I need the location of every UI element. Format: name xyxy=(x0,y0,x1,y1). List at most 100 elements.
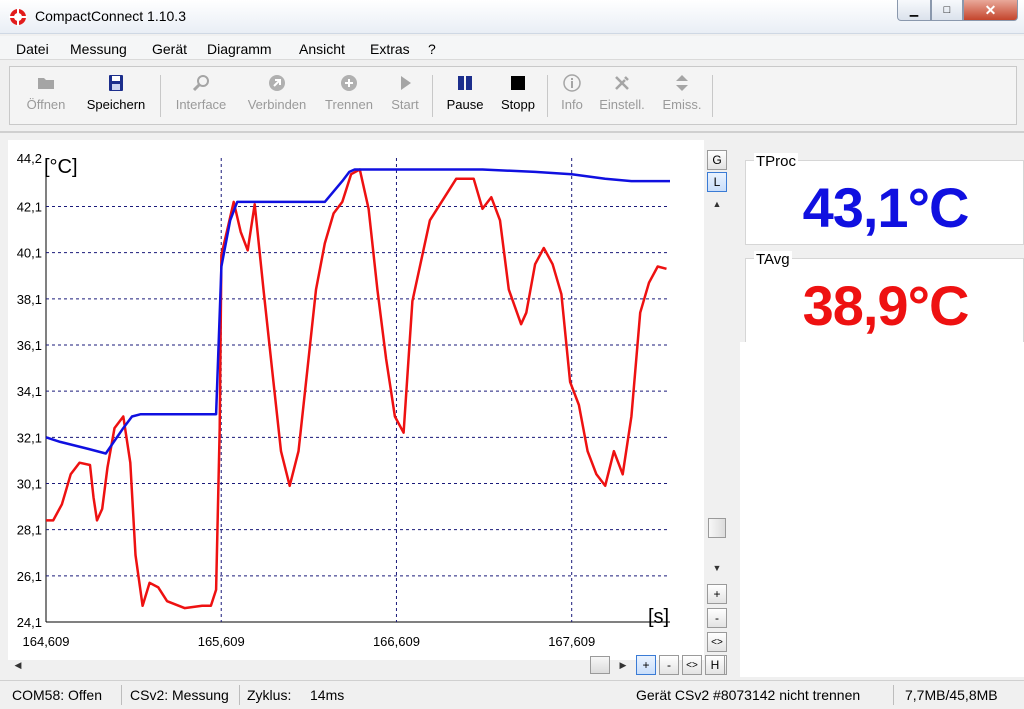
interface-button[interactable]: Interface xyxy=(168,73,234,119)
y-tick-label: 28,1 xyxy=(17,523,42,538)
zoom-in-x-button[interactable]: + xyxy=(636,655,656,675)
tproc-panel: TProc 43,1°C xyxy=(745,153,1024,245)
x-tick-label: 164,609 xyxy=(23,634,70,649)
menu-geraet[interactable]: Gerät xyxy=(152,41,187,57)
open-label: Öffnen xyxy=(26,97,66,112)
tavg-label: TAvg xyxy=(754,251,792,268)
horizontal-scrollbar[interactable]: ◀ ▶ + - <> H xyxy=(8,654,730,676)
open-button[interactable]: Öffnen xyxy=(16,73,76,119)
start-button[interactable]: Start xyxy=(384,73,426,119)
info-label: Info xyxy=(561,97,583,112)
tproc-series-line xyxy=(45,168,670,455)
tavg-panel: TAvg 38,9°C xyxy=(745,251,1024,343)
maximize-button[interactable]: □ xyxy=(931,0,963,21)
plus-label: + xyxy=(713,587,721,601)
zoom-global-button[interactable]: G xyxy=(707,150,727,170)
zoom-local-button[interactable]: L xyxy=(707,172,727,192)
status-bar: COM58: Offen CSv2: Messung Zyklus: 14ms … xyxy=(0,680,1024,709)
menu-messung[interactable]: Messung xyxy=(70,41,127,57)
menu-diagramm[interactable]: Diagramm xyxy=(207,41,272,57)
y-tick-label: 44,2 xyxy=(17,151,42,166)
y-tick-label: 26,1 xyxy=(17,569,42,584)
disconnect-button[interactable]: Trennen xyxy=(318,73,380,119)
toolbar-separator xyxy=(160,75,161,117)
disconnect-label: Trennen xyxy=(325,97,373,112)
info-icon xyxy=(563,74,581,92)
close-button[interactable]: ✕ xyxy=(963,0,1018,21)
y-tick-label: 42,1 xyxy=(17,199,42,214)
chart-series xyxy=(45,168,670,610)
y-tick-label: 38,1 xyxy=(17,292,42,307)
stop-button[interactable]: Stopp xyxy=(496,73,540,119)
emission-label: Emiss. xyxy=(662,97,702,112)
toolbar-separator xyxy=(432,75,433,117)
save-button[interactable]: Speichern xyxy=(80,73,152,119)
settings-button[interactable]: Einstell. xyxy=(594,73,650,119)
floppy-disk-icon xyxy=(109,75,123,91)
settings-label: Einstell. xyxy=(599,97,645,112)
title-bar: CompactConnect 1.10.3 ▁ □ ✕ xyxy=(0,0,1024,34)
connect-icon xyxy=(269,75,285,91)
tavg-value: 38,9°C xyxy=(802,274,970,337)
toolbar-separator xyxy=(712,75,713,117)
stop-label: Stopp xyxy=(501,97,535,112)
temperature-chart[interactable]: 24,1 26,1 28,1 30,1 32,1 34,1 36,1 38,1 40,1 42,1… xyxy=(8,140,704,660)
status-port: COM58: Offen xyxy=(12,687,103,703)
right-empty-area xyxy=(740,342,1024,677)
menu-help[interactable]: ? xyxy=(428,41,436,57)
interface-label: Interface xyxy=(175,97,227,112)
emission-button[interactable]: Emiss. xyxy=(656,73,708,119)
tavg-series-line xyxy=(46,168,667,610)
pause-button[interactable]: Pause xyxy=(440,73,490,119)
arrow-down-icon: ▼ xyxy=(712,563,722,573)
y-tick-label: 30,1 xyxy=(17,476,42,491)
x-axis-label: [s] xyxy=(648,606,669,628)
x-tick-labels: 164,609 165,609 166,609 167,609 xyxy=(23,634,596,649)
start-label: Start xyxy=(391,97,419,112)
minimize-button[interactable]: ▁ xyxy=(897,0,931,21)
horizontal-scroll-thumb[interactable] xyxy=(590,656,610,674)
minus-label: - xyxy=(715,611,719,625)
fit-x-button[interactable]: <> xyxy=(682,655,702,675)
scroll-left-arrow[interactable]: ◀ xyxy=(8,657,28,673)
zoom-in-y-button[interactable]: + xyxy=(707,584,727,604)
disconnect-icon xyxy=(341,75,357,91)
l-label: L xyxy=(713,175,721,189)
scroll-right-arrow[interactable]: ▶ xyxy=(613,657,633,673)
info-button[interactable]: Info xyxy=(554,73,590,119)
tproc-label: TProc xyxy=(754,153,799,170)
minimize-icon: ▁ xyxy=(909,4,919,17)
menu-datei[interactable]: Datei xyxy=(16,41,49,57)
status-cycle-value: 14ms xyxy=(310,687,345,703)
y-tick-label: 32,1 xyxy=(17,430,42,445)
maximize-icon: □ xyxy=(943,4,951,16)
window-title: CompactConnect 1.10.3 xyxy=(35,8,186,24)
folder-icon xyxy=(38,78,54,89)
zoom-out-x-button[interactable]: - xyxy=(659,655,679,675)
h-x-button[interactable]: H xyxy=(705,655,725,675)
h-label: H xyxy=(710,658,720,672)
menu-extras[interactable]: Extras xyxy=(370,41,410,57)
plus-label: + xyxy=(642,658,650,672)
toolbar-divider xyxy=(0,131,1024,133)
scroll-down-arrow[interactable]: ▼ xyxy=(707,560,727,576)
toolbar-separator xyxy=(547,75,548,117)
status-separator xyxy=(893,685,894,705)
fit-y-button[interactable]: <> xyxy=(707,632,727,652)
emission-icon xyxy=(676,75,688,91)
toolbar: Öffnen Speichern Interface Verbinden Tre… xyxy=(9,66,1017,125)
y-tick-labels: 24,1 26,1 28,1 30,1 32,1 34,1 36,1 38,1 40,1 42,1… xyxy=(17,151,42,630)
vertical-scrollbar[interactable]: G L ▲ ▼ + - <> H xyxy=(705,148,729,678)
arrow-left-icon: ◀ xyxy=(14,659,22,670)
chart-panel[interactable]: 24,1 26,1 28,1 30,1 32,1 34,1 36,1 38,1 40,1 42,1… xyxy=(8,140,704,660)
tools-icon xyxy=(615,76,629,90)
arrow-right-icon: ▶ xyxy=(619,659,627,670)
scroll-up-arrow[interactable]: ▲ xyxy=(707,196,727,212)
connect-button[interactable]: Verbinden xyxy=(240,73,314,119)
status-memory: 7,7MB/45,8MB xyxy=(905,687,998,703)
vertical-scroll-thumb[interactable] xyxy=(708,518,726,538)
menu-ansicht[interactable]: Ansicht xyxy=(299,41,345,57)
zoom-out-y-button[interactable]: - xyxy=(707,608,727,628)
y-tick-label: 40,1 xyxy=(17,246,42,261)
pause-label: Pause xyxy=(446,97,484,112)
